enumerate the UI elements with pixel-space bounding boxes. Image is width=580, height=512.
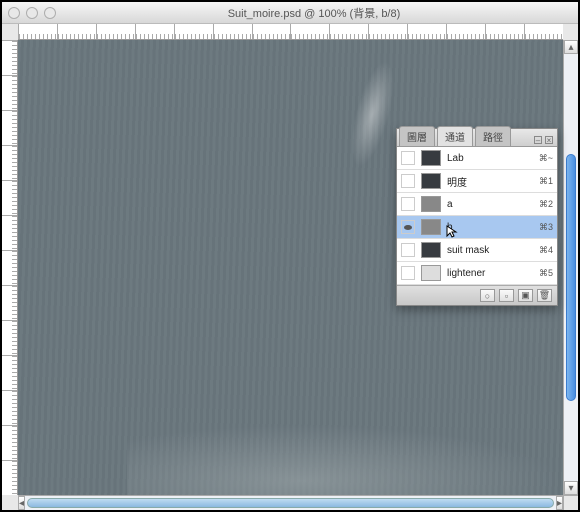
panel-tabs: 圖層 通道 路徑 – × (397, 129, 557, 147)
channels-panel: 圖層 通道 路徑 – × Lab ⌘~ 明度 ⌘1 a ⌘2 b ⌘3 suit mask ⌘4 l… (396, 128, 558, 306)
scrollbar-horizontal[interactable]: ◂ ▸ (18, 495, 563, 510)
tab-channels[interactable]: 通道 (437, 126, 473, 146)
panel-close-button[interactable]: × (545, 136, 553, 144)
visibility-toggle[interactable] (401, 197, 415, 211)
ruler-vertical[interactable] (2, 40, 18, 495)
channel-thumbnail (421, 219, 441, 235)
channel-shortcut: ⌘1 (539, 176, 553, 187)
panel-minimize-button[interactable]: – (534, 136, 542, 144)
traffic-lights (8, 7, 56, 19)
channel-name: b (447, 222, 535, 233)
scrollbar-vertical[interactable]: ▴ ▾ (563, 40, 578, 495)
visibility-toggle[interactable] (401, 174, 415, 188)
channel-name: 明度 (447, 174, 535, 189)
panel-footer: ○ ▫ ▣ 🗑 (397, 285, 557, 305)
save-selection-button[interactable]: ▫ (499, 289, 514, 302)
scroll-up-button[interactable]: ▴ (564, 40, 578, 54)
visibility-toggle[interactable] (401, 266, 415, 280)
channel-row-suit-mask[interactable]: suit mask ⌘4 (397, 239, 557, 262)
channel-row-明度[interactable]: 明度 ⌘1 (397, 170, 557, 193)
channel-row-lightener[interactable]: lightener ⌘5 (397, 262, 557, 285)
zoom-button[interactable] (44, 7, 56, 19)
new-channel-button[interactable]: ▣ (518, 289, 533, 302)
tab-paths[interactable]: 路徑 (475, 126, 511, 146)
channel-shortcut: ⌘4 (539, 245, 553, 256)
scroll-thumb-vertical[interactable] (566, 154, 576, 401)
channel-shortcut: ⌘5 (539, 268, 553, 279)
channel-shortcut: ⌘2 (539, 199, 553, 210)
scroll-left-button[interactable]: ◂ (18, 496, 25, 510)
scroll-down-button[interactable]: ▾ (564, 481, 578, 495)
channel-list: Lab ⌘~ 明度 ⌘1 a ⌘2 b ⌘3 suit mask ⌘4 lightener ⌘5 (397, 147, 557, 285)
tab-layers[interactable]: 圖層 (399, 126, 435, 146)
scroll-right-button[interactable]: ▸ (556, 496, 563, 510)
channel-name: a (447, 199, 535, 210)
minimize-button[interactable] (26, 7, 38, 19)
channel-thumbnail (421, 265, 441, 281)
channel-shortcut: ⌘3 (539, 222, 553, 233)
visibility-toggle[interactable] (401, 220, 415, 234)
load-selection-button[interactable]: ○ (480, 289, 495, 302)
channel-row-a[interactable]: a ⌘2 (397, 193, 557, 216)
scroll-thumb-horizontal[interactable] (27, 498, 554, 508)
channel-row-b[interactable]: b ⌘3 (397, 216, 557, 239)
channel-shortcut: ⌘~ (539, 153, 553, 164)
visibility-toggle[interactable] (401, 243, 415, 257)
channel-row-Lab[interactable]: Lab ⌘~ (397, 147, 557, 170)
channel-thumbnail (421, 196, 441, 212)
delete-channel-button[interactable]: 🗑 (537, 289, 552, 302)
channel-thumbnail (421, 242, 441, 258)
close-button[interactable] (8, 7, 20, 19)
visibility-toggle[interactable] (401, 151, 415, 165)
resize-corner[interactable] (563, 495, 578, 510)
channel-name: suit mask (447, 245, 535, 256)
channel-thumbnail (421, 150, 441, 166)
titlebar: Suit_moire.psd @ 100% (背景, b/8) (2, 2, 578, 24)
window-title: Suit_moire.psd @ 100% (背景, b/8) (56, 5, 572, 21)
ruler-horizontal[interactable] (18, 24, 563, 40)
channel-name: lightener (447, 268, 535, 279)
channel-thumbnail (421, 173, 441, 189)
channel-name: Lab (447, 153, 535, 164)
